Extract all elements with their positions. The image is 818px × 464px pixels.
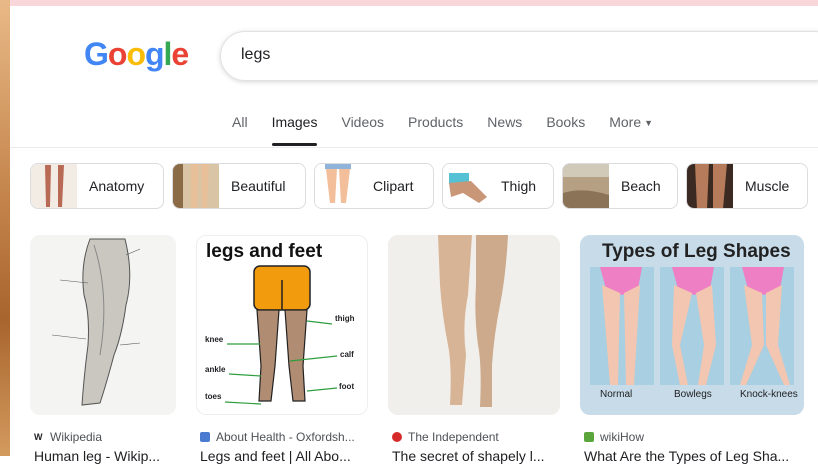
- tab-label: News: [487, 114, 523, 130]
- tab-label: Videos: [341, 114, 385, 130]
- result-source[interactable]: W Wikipedia: [34, 430, 102, 444]
- chip-thumbnail: [315, 164, 361, 208]
- result-thumbnail[interactable]: Types of Leg Shapes Normal Bowlegs Knock…: [580, 235, 804, 415]
- chip-thigh[interactable]: Thigh: [442, 163, 554, 209]
- result-title[interactable]: Human leg - Wikip...: [34, 448, 176, 464]
- tab-label: All: [232, 114, 248, 130]
- chip-label: Anatomy: [89, 178, 145, 194]
- search-tabs: All Images Videos Products News Books Mo…: [232, 112, 677, 146]
- chip-thumbnail: [173, 164, 219, 208]
- tabs-divider: [10, 147, 818, 148]
- wikihow-icon: [584, 432, 594, 442]
- chip-beach[interactable]: Beach: [562, 163, 678, 209]
- shape-label: Normal: [600, 389, 633, 400]
- image-result[interactable]: W Wikipedia Human leg - Wikip...: [30, 235, 176, 464]
- result-thumbnail[interactable]: [30, 235, 176, 415]
- google-logo[interactable]: Google: [84, 36, 189, 73]
- result-source[interactable]: The Independent: [392, 430, 499, 444]
- wikipedia-icon: W: [34, 432, 44, 442]
- image-result[interactable]: The Independent The secret of shapely l.…: [388, 235, 560, 464]
- diagram-label: ankle: [205, 365, 226, 374]
- chip-thumbnail: [443, 164, 489, 208]
- chip-thumbnail: [687, 164, 733, 208]
- diagram-label: thigh: [335, 314, 355, 323]
- tab-all[interactable]: All: [232, 112, 248, 144]
- result-source[interactable]: wikiHow: [584, 430, 644, 444]
- tab-label: Books: [546, 114, 586, 130]
- background-edge: [0, 0, 10, 456]
- chip-clipart[interactable]: Clipart: [314, 163, 434, 209]
- tab-books[interactable]: Books: [546, 112, 585, 144]
- source-name: Wikipedia: [50, 430, 103, 444]
- tab-news[interactable]: News: [487, 112, 522, 144]
- chip-beautiful[interactable]: Beautiful: [172, 163, 306, 209]
- diagram-label: toes: [205, 392, 222, 401]
- result-source[interactable]: About Health - Oxfordsh...: [200, 430, 355, 444]
- shape-label: Bowlegs: [674, 389, 712, 400]
- chip-label: Thigh: [501, 178, 537, 194]
- result-thumbnail[interactable]: legs and feet thigh knee calf ankle toes…: [196, 235, 368, 415]
- image-result[interactable]: legs and feet thigh knee calf ankle toes…: [196, 235, 368, 464]
- leg-anatomy-image: [30, 235, 176, 415]
- tab-label: Images: [271, 114, 318, 130]
- tab-label: More: [609, 114, 642, 130]
- shape-label: Knock-knees: [740, 389, 798, 400]
- chip-label: Clipart: [373, 178, 414, 194]
- source-name: wikiHow: [600, 430, 645, 444]
- chip-thumbnail: [31, 164, 77, 208]
- chip-anatomy[interactable]: Anatomy: [30, 163, 164, 209]
- chip-label: Muscle: [745, 178, 790, 194]
- source-name: About Health - Oxfordsh...: [216, 430, 355, 444]
- diagram-label: calf: [340, 350, 354, 359]
- leg-shapes-illustration: [590, 267, 794, 385]
- results-page: Google legs All Images Videos Products N…: [10, 6, 818, 464]
- chip-muscle[interactable]: Muscle: [686, 163, 808, 209]
- tab-label: Products: [408, 114, 464, 130]
- tab-products[interactable]: Products: [408, 112, 463, 144]
- chip-thumbnail: [563, 164, 609, 208]
- refinement-chips: Anatomy Beautiful Clipart Thigh Beach Mu…: [30, 163, 816, 209]
- caret-down-icon: ▼: [644, 118, 654, 129]
- chip-label: Beach: [621, 178, 661, 194]
- source-name: The Independent: [408, 430, 499, 444]
- diagram-label: foot: [339, 382, 355, 391]
- tab-images[interactable]: Images: [271, 112, 318, 146]
- legs-photo-image: [388, 235, 560, 415]
- result-title[interactable]: The secret of shapely l...: [392, 448, 560, 464]
- site-favicon-icon: [200, 432, 210, 442]
- result-thumbnail[interactable]: [388, 235, 560, 415]
- tab-videos[interactable]: Videos: [341, 112, 384, 144]
- image-result[interactable]: Types of Leg Shapes Normal Bowlegs Knock…: [580, 235, 806, 464]
- result-title[interactable]: Legs and feet | All Abo...: [200, 448, 368, 464]
- diagram-label: knee: [205, 335, 224, 344]
- tab-more[interactable]: More ▼: [609, 112, 653, 144]
- chip-label: Beautiful: [231, 178, 286, 194]
- search-input[interactable]: legs: [241, 46, 270, 64]
- independent-icon: [392, 432, 402, 442]
- search-box[interactable]: legs: [220, 31, 818, 81]
- result-title[interactable]: What Are the Types of Leg Sha...: [584, 448, 804, 464]
